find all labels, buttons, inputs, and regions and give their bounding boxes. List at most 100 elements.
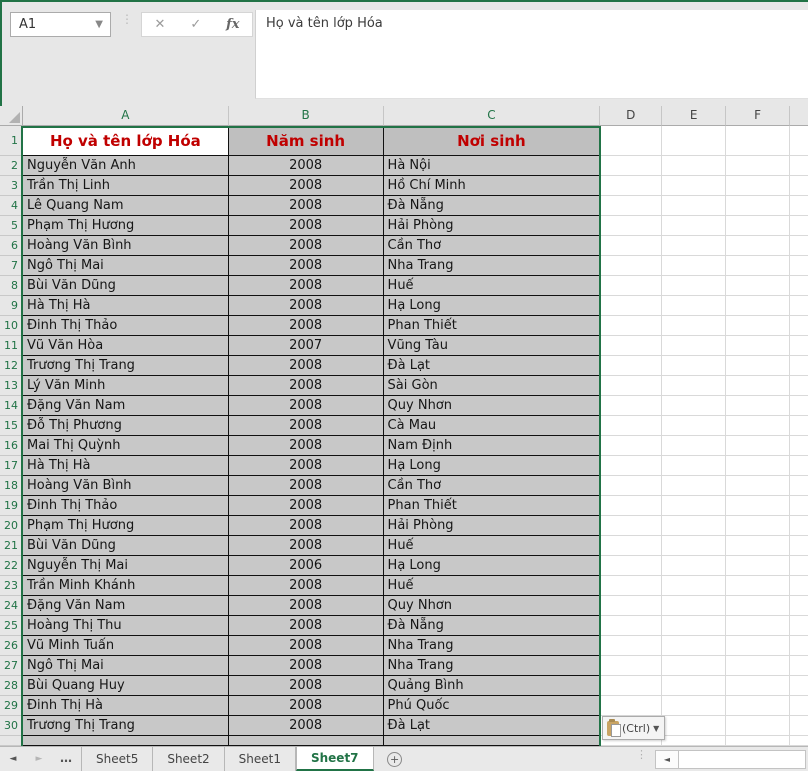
empty-cell[interactable] bbox=[726, 616, 790, 636]
cell-b1-year-header[interactable]: Năm sinh bbox=[229, 126, 384, 156]
cell-year[interactable]: 2008 bbox=[229, 676, 384, 696]
empty-cell[interactable] bbox=[662, 616, 726, 636]
row-number[interactable]: 9 bbox=[0, 296, 23, 316]
cancel-icon[interactable]: ✕ bbox=[154, 17, 165, 32]
empty-cell[interactable] bbox=[662, 156, 726, 176]
formula-bar-input[interactable]: Họ và tên lớp Hóa bbox=[255, 10, 808, 99]
empty-cell[interactable] bbox=[662, 216, 726, 236]
empty-cell[interactable] bbox=[726, 376, 790, 396]
empty-cell[interactable] bbox=[600, 376, 662, 396]
cell-year[interactable]: 2008 bbox=[229, 456, 384, 476]
empty-cell[interactable] bbox=[600, 176, 662, 196]
cell-place[interactable]: Cà Mau bbox=[384, 416, 601, 436]
column-header-e[interactable]: E bbox=[662, 106, 726, 126]
sheet-tab-sheet7[interactable]: Sheet7 bbox=[296, 747, 374, 771]
cell-name[interactable]: Vũ Văn Hòa bbox=[23, 336, 229, 356]
empty-cell[interactable] bbox=[600, 636, 662, 656]
empty-cell[interactable] bbox=[662, 336, 726, 356]
row-number[interactable]: 16 bbox=[0, 436, 23, 456]
cell-place[interactable]: Quy Nhơn bbox=[384, 596, 601, 616]
name-box[interactable]: A1 ▼ bbox=[10, 12, 111, 37]
empty-cell[interactable] bbox=[600, 576, 662, 596]
empty-cell[interactable] bbox=[662, 276, 726, 296]
empty-cell[interactable] bbox=[662, 516, 726, 536]
row-number[interactable]: 5 bbox=[0, 216, 23, 236]
row-number[interactable]: 19 bbox=[0, 496, 23, 516]
cell-name[interactable]: Nguyễn Văn Anh bbox=[23, 156, 229, 176]
row-number[interactable]: 8 bbox=[0, 276, 23, 296]
empty-cell[interactable] bbox=[600, 316, 662, 336]
row-number[interactable]: 24 bbox=[0, 596, 23, 616]
row-number[interactable]: 17 bbox=[0, 456, 23, 476]
empty-cell[interactable] bbox=[662, 576, 726, 596]
cell-place[interactable]: Nha Trang bbox=[384, 256, 601, 276]
cell-year[interactable]: 2007 bbox=[229, 336, 384, 356]
name-box-dropdown-icon[interactable]: ▼ bbox=[95, 19, 110, 30]
horizontal-scrollbar[interactable]: ◄ bbox=[655, 750, 806, 769]
empty-cell[interactable] bbox=[662, 126, 726, 156]
cell-year[interactable]: 2008 bbox=[229, 696, 384, 716]
empty-cell[interactable] bbox=[726, 156, 790, 176]
cell-place[interactable]: Huế bbox=[384, 576, 601, 596]
empty-cell[interactable] bbox=[600, 656, 662, 676]
cell-name[interactable]: Trương Thị Trang bbox=[23, 716, 229, 736]
row-number[interactable]: 6 bbox=[0, 236, 23, 256]
row-number[interactable]: 4 bbox=[0, 196, 23, 216]
tab-scroll-right-icon[interactable]: ► bbox=[26, 747, 52, 771]
row-number[interactable]: 10 bbox=[0, 316, 23, 336]
cell-name[interactable]: Hà Thị Hà bbox=[23, 456, 229, 476]
column-header-b[interactable]: B bbox=[229, 106, 384, 126]
row-number[interactable]: 22 bbox=[0, 556, 23, 576]
empty-cell[interactable] bbox=[662, 296, 726, 316]
cell-year[interactable]: 2008 bbox=[229, 376, 384, 396]
empty-cell[interactable] bbox=[662, 656, 726, 676]
empty-cell[interactable] bbox=[662, 476, 726, 496]
cell-year[interactable]: 2008 bbox=[229, 436, 384, 456]
formula-bar-resize-handle[interactable]: ⋮ bbox=[121, 15, 133, 24]
cell-name[interactable]: Hoàng Văn Bình bbox=[23, 236, 229, 256]
cell-place[interactable]: Hồ Chí Minh bbox=[384, 176, 601, 196]
empty-cell[interactable] bbox=[790, 656, 808, 676]
cell-place[interactable]: Cần Thơ bbox=[384, 236, 601, 256]
cell-year[interactable]: 2008 bbox=[229, 616, 384, 636]
empty-cell[interactable] bbox=[662, 256, 726, 276]
paste-options-button[interactable]: (Ctrl) ▼ bbox=[602, 716, 665, 740]
empty-cell[interactable] bbox=[726, 656, 790, 676]
cell-name[interactable]: Đinh Thị Thảo bbox=[23, 496, 229, 516]
empty-cell[interactable] bbox=[790, 476, 808, 496]
empty-cell[interactable] bbox=[726, 316, 790, 336]
empty-cell[interactable] bbox=[790, 736, 808, 746]
empty-cell[interactable] bbox=[790, 496, 808, 516]
empty-cell[interactable] bbox=[600, 256, 662, 276]
empty-cell[interactable] bbox=[662, 496, 726, 516]
column-header-d[interactable]: D bbox=[600, 106, 662, 126]
empty-cell[interactable] bbox=[790, 256, 808, 276]
cell-name[interactable]: Nguyễn Thị Mai bbox=[23, 556, 229, 576]
cell-name[interactable]: Hoàng Thị Thu bbox=[23, 616, 229, 636]
cell-year[interactable]: 2008 bbox=[229, 196, 384, 216]
row-number[interactable]: 13 bbox=[0, 376, 23, 396]
empty-cell[interactable] bbox=[662, 456, 726, 476]
row-number[interactable]: 21 bbox=[0, 536, 23, 556]
column-header-g-partial[interactable] bbox=[790, 106, 808, 126]
empty-cell[interactable] bbox=[662, 696, 726, 716]
tab-overflow-ellipsis[interactable]: … bbox=[52, 747, 82, 771]
empty-cell[interactable] bbox=[600, 356, 662, 376]
scrollbar-track[interactable] bbox=[679, 750, 806, 769]
cell-year[interactable]: 2008 bbox=[229, 356, 384, 376]
column-header-c[interactable]: C bbox=[384, 106, 601, 126]
empty-cell[interactable] bbox=[790, 556, 808, 576]
empty-cell[interactable] bbox=[600, 396, 662, 416]
column-header-a[interactable]: A bbox=[23, 106, 229, 126]
empty-cell[interactable] bbox=[790, 456, 808, 476]
empty-cell[interactable] bbox=[662, 536, 726, 556]
empty-cell[interactable] bbox=[726, 596, 790, 616]
cell-a1-name-header[interactable]: Họ và tên lớp Hóa bbox=[23, 126, 229, 156]
cell-place[interactable]: Nam Định bbox=[384, 436, 601, 456]
cell-year[interactable]: 2008 bbox=[229, 176, 384, 196]
row-number[interactable]: 3 bbox=[0, 176, 23, 196]
row-number[interactable]: 27 bbox=[0, 656, 23, 676]
cell-year[interactable]: 2008 bbox=[229, 316, 384, 336]
row-number[interactable]: 28 bbox=[0, 676, 23, 696]
empty-cell[interactable] bbox=[790, 416, 808, 436]
